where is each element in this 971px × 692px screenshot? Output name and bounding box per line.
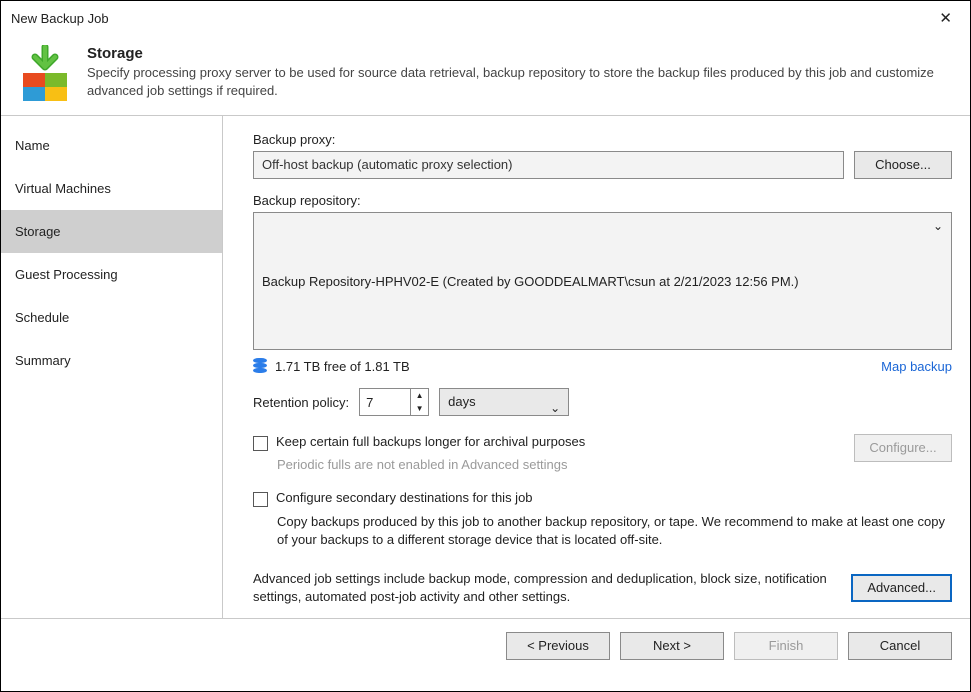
advanced-settings-note: Advanced job settings include backup mod… [253, 570, 837, 606]
main-panel: Backup proxy: Off-host backup (automatic… [223, 116, 970, 618]
disk-icon [253, 358, 267, 374]
advanced-button[interactable]: Advanced... [851, 574, 952, 602]
chevron-down-icon: ⌄ [933, 219, 943, 233]
backup-repository-label: Backup repository: [253, 193, 952, 208]
retention-value-stepper[interactable]: ▲ ▼ [359, 388, 429, 416]
secondary-destinations-checkbox[interactable] [253, 492, 268, 507]
sidebar-item-guest-processing[interactable]: Guest Processing [1, 253, 222, 296]
backup-proxy-label: Backup proxy: [253, 132, 952, 147]
retention-policy-label: Retention policy: [253, 395, 349, 410]
next-button[interactable]: Next > [620, 632, 724, 660]
page-title: Storage [87, 45, 954, 62]
keep-full-backups-note: Periodic fulls are not enabled in Advanc… [277, 457, 844, 472]
choose-button[interactable]: Choose... [854, 151, 952, 179]
sidebar-item-summary[interactable]: Summary [1, 339, 222, 382]
page-description: Specify processing proxy server to be us… [87, 64, 954, 99]
free-space-text: 1.71 TB free of 1.81 TB [275, 359, 410, 374]
previous-button[interactable]: < Previous [506, 632, 610, 660]
backup-proxy-input[interactable]: Off-host backup (automatic proxy selecti… [253, 151, 844, 179]
wizard-footer: < Previous Next > Finish Cancel [1, 618, 970, 672]
keep-full-backups-label: Keep certain full backups longer for arc… [276, 434, 585, 449]
storage-wizard-icon [17, 45, 73, 101]
spinner-up-icon[interactable]: ▲ [411, 389, 428, 402]
backup-repository-select[interactable]: Backup Repository-HPHV02-E (Created by G… [253, 212, 952, 350]
retention-unit-select[interactable]: days ⌄ [439, 388, 569, 416]
sidebar-item-storage[interactable]: Storage [1, 210, 222, 253]
wizard-sidebar: Name Virtual Machines Storage Guest Proc… [1, 116, 223, 618]
secondary-destinations-description: Copy backups produced by this job to ano… [277, 513, 952, 549]
sidebar-item-name[interactable]: Name [1, 124, 222, 167]
secondary-destinations-label: Configure secondary destinations for thi… [276, 490, 533, 505]
sidebar-item-schedule[interactable]: Schedule [1, 296, 222, 339]
chevron-down-icon: ⌄ [550, 395, 560, 421]
spinner-down-icon[interactable]: ▼ [411, 402, 428, 415]
keep-full-backups-checkbox[interactable] [253, 436, 268, 451]
header: Storage Specify processing proxy server … [1, 35, 970, 116]
finish-button: Finish [734, 632, 838, 660]
titlebar: New Backup Job ✕ [1, 1, 970, 35]
retention-value-input[interactable] [360, 389, 410, 415]
configure-button: Configure... [854, 434, 952, 462]
sidebar-item-virtual-machines[interactable]: Virtual Machines [1, 167, 222, 210]
close-icon[interactable]: ✕ [931, 5, 960, 31]
backup-repository-value: Backup Repository-HPHV02-E (Created by G… [262, 274, 799, 289]
cancel-button[interactable]: Cancel [848, 632, 952, 660]
map-backup-link[interactable]: Map backup [881, 359, 952, 374]
window-title: New Backup Job [11, 11, 931, 26]
retention-unit-value: days [448, 394, 475, 409]
